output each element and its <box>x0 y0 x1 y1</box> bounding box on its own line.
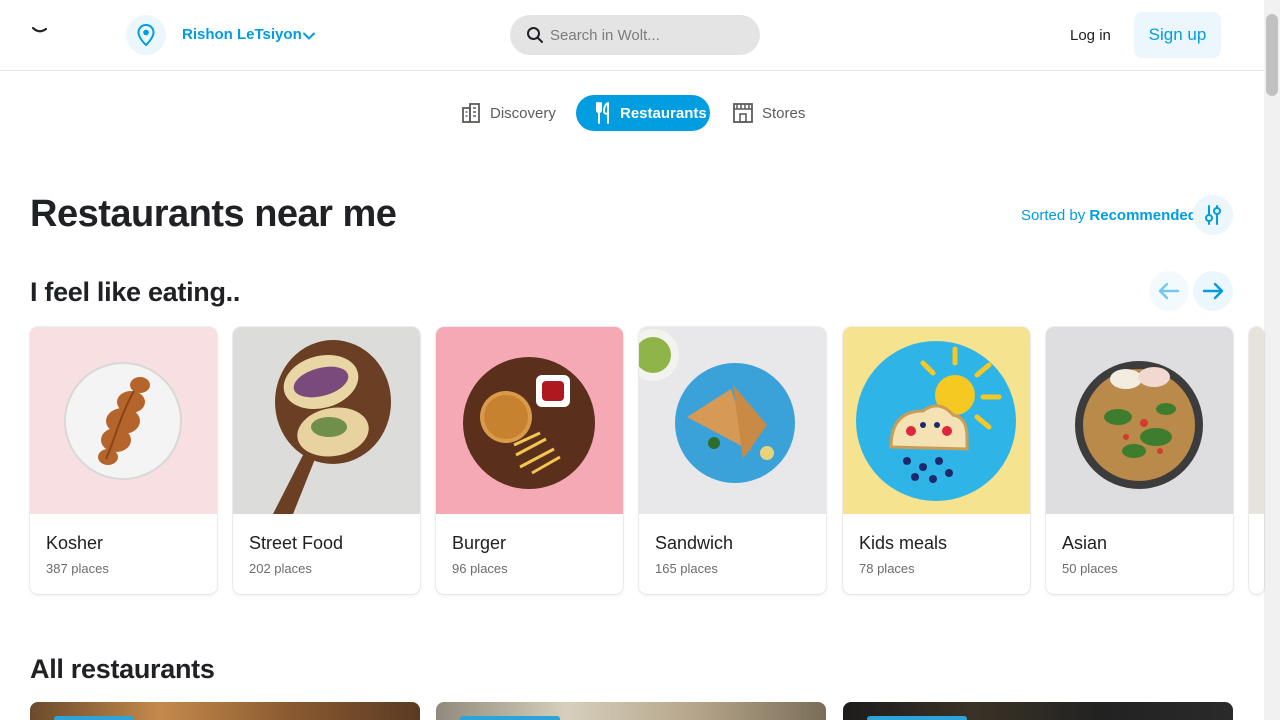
category-name: Kids meals <box>859 533 948 553</box>
carousel-next-button[interactable] <box>1193 271 1233 311</box>
fork-knife-icon <box>596 102 609 124</box>
restaurant-card[interactable] <box>436 702 826 720</box>
sandwich-image <box>639 327 826 514</box>
sort-value: Recommended <box>1089 207 1197 224</box>
category-count: 387 places <box>46 561 109 576</box>
tab-discovery[interactable]: Discovery <box>460 95 556 131</box>
tab-stores-label: Stores <box>762 104 806 122</box>
tab-discovery-label: Discovery <box>490 104 556 122</box>
search-bar[interactable] <box>510 15 760 55</box>
category-name: Asian <box>1062 533 1108 553</box>
partial-image <box>1249 327 1264 514</box>
street-food-image <box>233 327 420 514</box>
category-count: 165 places <box>655 561 718 576</box>
signup-button[interactable]: Sign up <box>1134 12 1221 58</box>
tab-restaurants-label: Restaurants <box>620 104 707 122</box>
category-name: Sandwich <box>655 533 734 553</box>
category-count: 96 places <box>452 561 508 576</box>
chevron-down-icon[interactable] <box>300 27 318 45</box>
category-card-asian[interactable]: Asian 50 places <box>1046 327 1233 594</box>
location-label[interactable]: Rishon LeTsiyon <box>182 26 302 43</box>
category-count: 78 places <box>859 561 915 576</box>
restaurant-card[interactable] <box>30 702 420 720</box>
category-card-kosher[interactable]: Kosher 387 places <box>30 327 217 594</box>
category-card-sandwich[interactable]: Sandwich 165 places <box>639 327 826 594</box>
arrow-right-icon <box>1202 282 1224 300</box>
page-title: Restaurants near me <box>30 193 397 235</box>
wolt-logo-icon[interactable] <box>30 22 52 36</box>
category-count: 50 places <box>1062 561 1118 576</box>
all-restaurants-title: All restaurants <box>30 654 215 684</box>
scrollbar-track[interactable] <box>1264 0 1280 720</box>
asian-image <box>1046 327 1233 514</box>
category-name: Burger <box>452 533 507 553</box>
sliders-icon <box>1205 205 1221 225</box>
buildings-icon <box>462 103 480 123</box>
category-card-kids-meals[interactable]: Kids meals 78 places <box>843 327 1030 594</box>
search-input[interactable] <box>550 26 750 44</box>
sort-prefix: Sorted by <box>1021 207 1086 224</box>
location-pin-icon[interactable] <box>126 15 166 55</box>
carousel-prev-button[interactable] <box>1149 271 1189 311</box>
restaurant-card[interactable] <box>843 702 1233 720</box>
top-header: Rishon LeTsiyon Log in Sign up <box>0 0 1264 71</box>
scrollbar-thumb[interactable] <box>1266 14 1278 96</box>
category-name: Street Food <box>249 533 344 553</box>
category-count: 202 places <box>249 561 312 576</box>
tab-restaurants[interactable]: Restaurants <box>576 95 710 131</box>
filter-button[interactable] <box>1193 195 1233 235</box>
restaurant-badge <box>54 716 134 720</box>
restaurant-badge <box>460 716 560 720</box>
category-card-street-food[interactable]: Street Food 202 places <box>233 327 420 594</box>
search-icon <box>527 27 543 43</box>
kids-meals-image <box>843 327 1030 514</box>
sort-label[interactable]: Sorted by Recommended <box>1021 207 1197 224</box>
burger-image <box>436 327 623 514</box>
login-button[interactable]: Log in <box>1062 14 1119 56</box>
category-card-partial[interactable] <box>1249 327 1264 594</box>
restaurant-badge <box>867 716 967 720</box>
tab-stores[interactable]: Stores <box>732 95 805 131</box>
eating-section-title: I feel like eating.. <box>30 277 241 307</box>
kosher-image <box>30 327 217 514</box>
category-card-burger[interactable]: Burger 96 places <box>436 327 623 594</box>
category-name: Kosher <box>46 533 104 553</box>
arrow-left-icon <box>1158 282 1180 300</box>
store-icon <box>733 103 753 123</box>
